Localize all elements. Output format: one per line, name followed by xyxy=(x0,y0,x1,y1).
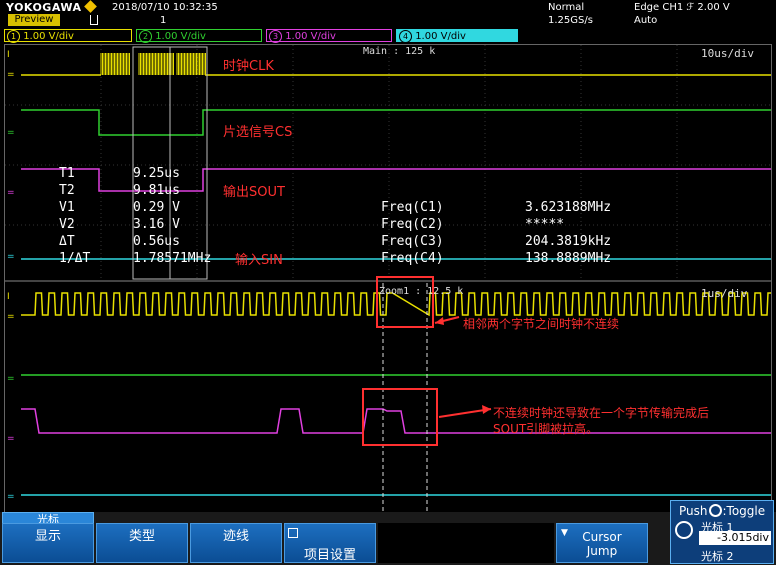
measurement-names: T1 T2 V1 V2 ΔT 1/ΔT xyxy=(59,165,90,267)
ground-markers: I = = = = I = = = = xyxy=(7,50,15,502)
label-sin: 输入SIN xyxy=(235,253,283,268)
status-bar: YOKOGAWA Preview 2018/07/10 10:32:35 1 N… xyxy=(0,0,776,28)
measurement-value: 0.56us xyxy=(133,234,180,249)
svg-text:I: I xyxy=(7,292,10,302)
channel-4-box[interactable]: 4 1.00 V/div xyxy=(396,29,518,43)
waveform-display[interactable]: I = = = = I = = = = Main : 125 k 10us/di… xyxy=(4,44,772,514)
svg-text:=: = xyxy=(7,252,15,262)
svg-text:=: = xyxy=(7,312,15,322)
push-label: Push xyxy=(679,504,708,518)
zoom-timebase: 1us/div xyxy=(701,287,748,300)
softkey-item-settings-label: 项目设置 xyxy=(303,548,356,563)
softkey-trace[interactable]: 迹线 xyxy=(190,523,282,563)
freq-value: 3.623188MHz xyxy=(525,200,612,215)
zoom-window-label: Zoom1 : 12.5 k xyxy=(379,286,464,297)
frequency-values: 3.623188MHz ***** 204.3819kHz 138.8889MH… xyxy=(525,199,611,267)
chevron-down-icon: ▼ xyxy=(561,528,568,538)
channel-2-badge: 2 xyxy=(139,30,152,43)
trigger-mode-icon xyxy=(90,15,98,25)
measurement-value: 0.29 V xyxy=(133,200,180,215)
channel-3-scale: 1.00 V/div xyxy=(285,31,336,42)
annotation-text-1: 相邻两个字节之间时钟不连续 xyxy=(463,317,620,331)
annotation-arrowhead-1 xyxy=(435,317,444,325)
channel-bar: 1 1.00 V/div 2 1.00 V/div 3 1.00 V/div 4… xyxy=(4,29,524,43)
measurement-name: V2 xyxy=(59,217,75,232)
cursor2-label: 光标 2 xyxy=(701,550,734,563)
brand-logo: YOKOGAWA xyxy=(6,1,82,14)
softkey-empty xyxy=(378,523,554,563)
push-action: :Toggle xyxy=(722,504,766,518)
channel-2-box[interactable]: 2 1.00 V/div xyxy=(136,29,262,43)
svg-text:=: = xyxy=(7,434,15,444)
annotation-text-2-line1: 不连续时钟还导致在一个字节传输完成后 xyxy=(493,406,710,420)
acquisition-mode: Normal xyxy=(548,2,585,13)
softkey-type[interactable]: 类型 xyxy=(96,523,188,563)
measurement-values: 9.25us 9.81us 0.29 V 3.16 V 0.56us 1.785… xyxy=(133,165,211,267)
cursor-jump-line1: Cursor xyxy=(582,530,622,544)
main-timebase: 10us/div xyxy=(701,47,754,60)
svg-text:=: = xyxy=(7,374,15,384)
measurement-name: T2 xyxy=(59,183,75,198)
channel-1-box[interactable]: 1 1.00 V/div xyxy=(4,29,132,43)
push-toggle-line: Push :Toggle xyxy=(679,504,765,518)
freq-value: 138.8889MHz xyxy=(525,251,612,266)
measurement-name: V1 xyxy=(59,200,75,215)
mode-badge: Preview xyxy=(8,14,60,26)
annotation-box-1 xyxy=(376,276,434,328)
checkbox-icon xyxy=(288,528,298,538)
frequency-names: Freq(C1) Freq(C2) Freq(C3) Freq(C4) xyxy=(381,199,444,267)
knob-icon xyxy=(708,504,722,517)
trigger-mode: Auto xyxy=(634,15,658,26)
cursor1-value-field[interactable]: -3.015div xyxy=(699,531,771,545)
channel-1-badge: 1 xyxy=(7,30,20,43)
measurement-value: 9.81us xyxy=(133,183,180,198)
channel-1-scale: 1.00 V/div xyxy=(23,31,74,42)
label-sout: 输出SOUT xyxy=(223,185,285,200)
channel-3-badge: 3 xyxy=(269,30,282,43)
measurement-value: 1.78571MHz xyxy=(133,251,212,266)
svg-text:=: = xyxy=(7,70,15,80)
channel-3-box[interactable]: 3 1.00 V/div xyxy=(266,29,392,43)
freq-value: ***** xyxy=(525,217,565,232)
softkey-item-settings[interactable]: 项目设置 xyxy=(284,523,376,563)
channel-2-scale: 1.00 V/div xyxy=(155,31,206,42)
freq-name: Freq(C1) xyxy=(381,200,444,215)
svg-text:=: = xyxy=(7,492,15,502)
sample-rate: 1.25GS/s xyxy=(548,15,593,26)
cursor-knob-panel[interactable]: Push:Toggle 光标 1 -3.015div 光标 2 xyxy=(670,500,774,564)
annotation-text-2-line2: SOUT引脚被拉高。 xyxy=(493,422,599,436)
measurement-name: 1/ΔT xyxy=(59,251,91,266)
softkey-cursor-jump[interactable]: ▼ Cursor Jump xyxy=(556,523,648,563)
freq-name: Freq(C3) xyxy=(381,234,444,249)
freq-value: 204.3819kHz xyxy=(525,234,612,249)
measurement-value: 9.25us xyxy=(133,166,180,181)
brand-diamond-icon xyxy=(84,0,97,13)
channel-4-scale: 1.00 V/div xyxy=(415,31,466,42)
main-window-label: Main : 125 k xyxy=(363,46,436,57)
waveform-canvas: I = = = = I = = = = xyxy=(5,45,771,513)
measurement-value: 3.16 V xyxy=(133,217,180,232)
softkey-display[interactable]: 显示 xyxy=(2,523,94,563)
freq-name: Freq(C2) xyxy=(381,217,444,232)
channel-4-badge: 4 xyxy=(399,30,412,43)
datetime: 2018/07/10 10:32:35 xyxy=(112,2,218,13)
svg-text:=: = xyxy=(7,188,15,198)
rotary-knob-icon xyxy=(675,521,693,539)
annotation-arrowhead-2 xyxy=(482,405,491,414)
cursor-jump-line2: Jump xyxy=(586,544,618,558)
svg-text:I: I xyxy=(7,50,10,60)
measurement-name: T1 xyxy=(59,166,75,181)
annotation-box-2 xyxy=(362,388,438,446)
measurement-name: ΔT xyxy=(59,234,75,249)
label-cs: 片选信号CS xyxy=(223,125,293,140)
acquisition-count: 1 xyxy=(160,15,167,26)
freq-name: Freq(C4) xyxy=(381,251,444,266)
annotation-text-2: 不连续时钟还导致在一个字节传输完成后 SOUT引脚被拉高。 xyxy=(493,405,709,437)
softkey-bar: 光标 显示 类型 迹线 项目设置 ▼ Cursor Jump xyxy=(0,512,776,565)
svg-text:=: = xyxy=(7,128,15,138)
trigger-setting: Edge CH1 ℱ 2.00 V xyxy=(634,2,730,13)
label-clk: 时钟CLK xyxy=(223,59,274,74)
